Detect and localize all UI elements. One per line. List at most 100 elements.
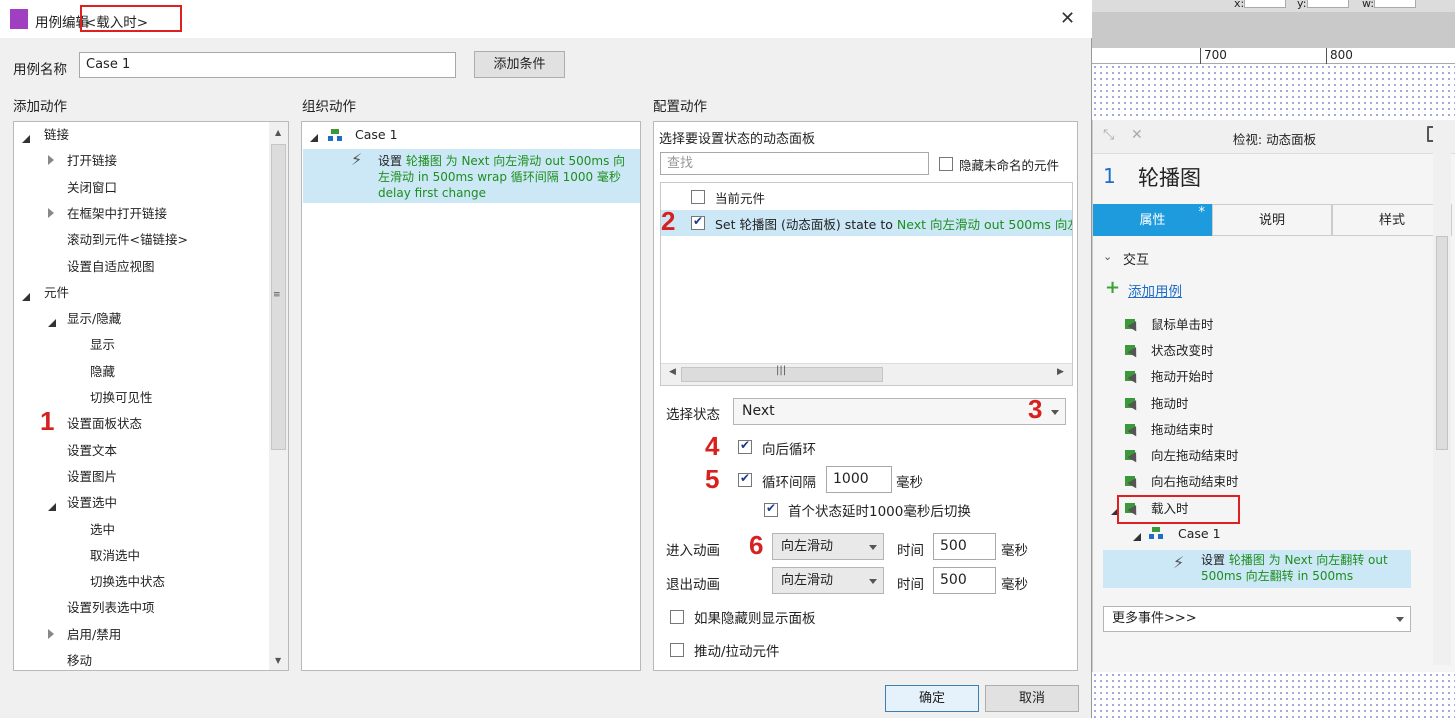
tree-item[interactable]: 打开链接 — [14, 149, 268, 173]
tree-item[interactable]: 关闭窗口 — [14, 176, 268, 200]
scroll-grip-icon: ||| — [776, 365, 787, 376]
tree-item[interactable]: 切换选中状态 — [14, 570, 268, 594]
exit-time-label: 时间 — [897, 577, 924, 593]
tree-item-label: 显示 — [90, 337, 116, 353]
panel-list-row[interactable]: Set 轮播图 (动态面板) state to Next 向左滑动 out 50… — [661, 210, 1072, 236]
panel-checkbox[interactable] — [691, 214, 705, 230]
tree-item[interactable]: 移动 — [14, 649, 268, 670]
select-state-dropdown[interactable]: Next — [733, 398, 1066, 425]
event-item[interactable]: 拖动时 — [1125, 393, 1189, 415]
add-case-link[interactable]: 添加用例 — [1128, 280, 1182, 300]
push-pull-checkbox[interactable] — [670, 643, 684, 657]
tree-item[interactable]: 显示 — [14, 333, 268, 357]
lightning-icon: ⚡ — [1173, 553, 1185, 572]
cancel-button[interactable]: 取消 — [985, 685, 1079, 712]
scroll-down-icon[interactable]: ▼ — [275, 656, 281, 665]
organize-action-row[interactable]: ⚡ 设置 轮播图 为 Next 向左滑动 out 500ms 向左滑动 in 5… — [303, 149, 640, 203]
w-input[interactable] — [1374, 0, 1416, 8]
ok-button[interactable]: 确定 — [885, 685, 979, 712]
add-condition-button[interactable]: 添加条件 — [474, 51, 565, 78]
x-input[interactable] — [1244, 0, 1286, 8]
hide-unnamed-label: 隐藏未命名的元件 — [959, 158, 1060, 173]
interval-checkbox[interactable] — [738, 471, 752, 487]
tree-item[interactable]: 链接 — [14, 123, 268, 147]
show-if-hidden-checkbox[interactable] — [670, 610, 684, 624]
tree-item[interactable]: 显示/隐藏 — [14, 307, 268, 331]
tree-item[interactable]: 在框架中打开链接 — [14, 202, 268, 226]
enter-time-input[interactable]: 500 — [933, 533, 996, 560]
tree-scrollbar[interactable]: ▲ ≡ ▼ — [269, 122, 288, 670]
expand-triangle[interactable] — [22, 285, 30, 309]
tree-item[interactable]: 隐藏 — [14, 360, 268, 384]
tree-item[interactable]: 元件 — [14, 281, 268, 305]
event-icon — [1125, 344, 1139, 359]
event-item[interactable]: 状态改变时 — [1125, 340, 1214, 362]
event-item[interactable]: 拖动结束时 — [1125, 419, 1214, 441]
more-events-select[interactable]: 更多事件>>> — [1103, 606, 1411, 632]
tab-notes[interactable]: 说明 — [1212, 204, 1332, 236]
close-icon[interactable]: ✕ — [1060, 8, 1075, 29]
event-item[interactable]: 向右拖动结束时 — [1125, 471, 1239, 493]
enter-anim-dropdown[interactable]: 向左滑动 — [772, 533, 884, 560]
lightning-icon: ⚡ — [351, 150, 363, 169]
y-input[interactable] — [1307, 0, 1349, 8]
event-icon — [1125, 475, 1139, 490]
first-delay-checkbox[interactable] — [764, 501, 778, 517]
horizontal-scrollbar[interactable]: ◀ ||| ▶ — [661, 363, 1072, 385]
tree-item[interactable]: 取消选中 — [14, 544, 268, 568]
app-icon — [10, 9, 28, 29]
tree-item[interactable]: 设置列表选中项 — [14, 596, 268, 620]
expand-triangle[interactable] — [310, 131, 318, 146]
exit-anim-dropdown[interactable]: 向左滑动 — [772, 567, 884, 594]
widget-name[interactable]: 轮播图 — [1138, 162, 1201, 192]
canvas-grid — [1092, 672, 1455, 718]
expand-triangle[interactable] — [22, 127, 30, 151]
scroll-thumb[interactable] — [1436, 236, 1448, 450]
tree-item-label: 元件 — [44, 284, 70, 300]
panel-list: 当前元件 Set 轮播图 (动态面板) state to Next 向左滑动 o… — [660, 182, 1073, 386]
event-item[interactable]: 向左拖动结束时 — [1125, 445, 1239, 467]
tree-item[interactable]: 设置选中 — [14, 491, 268, 515]
organize-action-header: 组织动作 — [302, 99, 356, 115]
search-input[interactable]: 查找 — [660, 152, 929, 175]
scroll-up-icon[interactable]: ▲ — [275, 128, 281, 137]
case-action-row[interactable]: ⚡ 设置 轮播图 为 Next 向左翻转 out 500ms 向左翻转 in 5… — [1103, 550, 1411, 588]
event-item[interactable]: 拖动开始时 — [1125, 366, 1214, 388]
collapse-triangle[interactable] — [48, 149, 54, 173]
current-widget-label: 当前元件 — [715, 191, 766, 206]
current-widget-checkbox[interactable] — [691, 190, 705, 204]
w-label: w: — [1362, 0, 1375, 10]
tree-item[interactable]: 滚动到元件<锚链接> — [14, 228, 268, 252]
tree-item-label: 设置选中 — [67, 495, 118, 511]
inspector-panel: ⤡ ✕ 检视: 动态面板 1 轮播图 属性 * 说明 样式 ⌄ 交互 + 添加用例… — [1092, 120, 1455, 672]
tree-item-label: 移动 — [67, 653, 93, 668]
expand-triangle[interactable] — [48, 311, 56, 335]
hide-unnamed-checkbox[interactable] — [939, 157, 953, 171]
collapse-triangle[interactable] — [48, 623, 54, 647]
case-label[interactable]: Case 1 — [355, 127, 398, 142]
tab-properties[interactable]: 属性 * — [1093, 204, 1212, 236]
event-item[interactable]: 鼠标单击时 — [1125, 314, 1214, 336]
scroll-right-icon[interactable]: ▶ — [1057, 367, 1064, 377]
collapse-triangle[interactable] — [48, 202, 54, 226]
case-name-input[interactable]: Case 1 — [79, 52, 456, 78]
tree-item[interactable]: 设置图片 — [14, 465, 268, 489]
tree-item[interactable]: 设置文本 — [14, 439, 268, 463]
interval-input[interactable]: 1000 — [826, 466, 892, 493]
inspector-scrollbar[interactable] — [1433, 120, 1451, 665]
tree-item[interactable]: 设置自适应视图 — [14, 255, 268, 279]
tree-item[interactable]: 选中 — [14, 518, 268, 542]
show-if-hidden-label: 如果隐藏则显示面板 — [694, 611, 816, 627]
scroll-left-icon[interactable]: ◀ — [669, 367, 676, 377]
add-icon[interactable]: + — [1105, 277, 1120, 298]
wrap-checkbox[interactable] — [738, 438, 752, 454]
expand-triangle[interactable] — [1133, 530, 1141, 545]
tree-item[interactable]: 启用/禁用 — [14, 623, 268, 647]
exit-time-input[interactable]: 500 — [933, 567, 996, 594]
event-icon — [1125, 397, 1139, 412]
annotation-number: 5 — [705, 464, 720, 494]
chevron-down-icon[interactable]: ⌄ — [1103, 250, 1112, 263]
expand-triangle[interactable] — [48, 495, 56, 519]
case-label[interactable]: Case 1 — [1178, 526, 1221, 541]
enter-anim-label: 进入动画 — [666, 543, 720, 559]
